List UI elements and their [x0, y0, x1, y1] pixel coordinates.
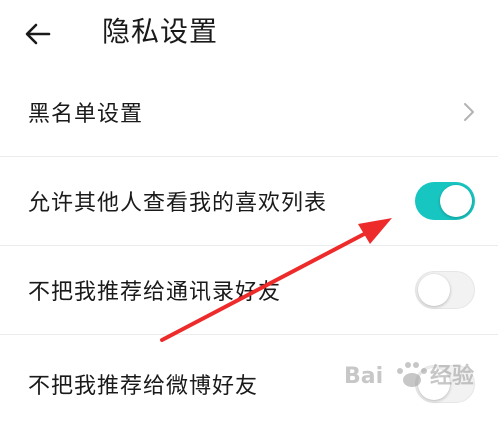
toggle-knob — [418, 274, 450, 306]
allow-view-likes-label: 允许其他人查看我的喜欢列表 — [28, 191, 328, 216]
hide-from-contacts-row: 不把我推荐给通讯录好友 — [0, 246, 498, 334]
blacklist-settings-row[interactable]: 黑名单设置 — [0, 68, 498, 156]
hide-from-weibo-label: 不把我推荐给微博好友 — [28, 374, 259, 399]
chevron-right-icon — [464, 103, 474, 121]
allow-view-likes-row: 允许其他人查看我的喜欢列表 — [0, 157, 498, 245]
blacklist-settings-label: 黑名单设置 — [28, 102, 144, 127]
toggle-knob — [440, 185, 472, 217]
allow-view-likes-toggle[interactable] — [415, 182, 475, 220]
hide-from-weibo-row: 不把我推荐给微博好友 — [0, 340, 498, 428]
top-bar: 隐私设置 — [0, 0, 498, 68]
toggle-knob — [418, 368, 450, 400]
back-button[interactable] — [18, 14, 58, 54]
page-title: 隐私设置 — [102, 15, 219, 48]
hide-from-contacts-label: 不把我推荐给通讯录好友 — [28, 280, 282, 305]
hide-from-contacts-toggle[interactable] — [415, 271, 475, 309]
hide-from-weibo-toggle[interactable] — [415, 365, 475, 403]
divider — [0, 334, 498, 335]
arrow-left-icon — [25, 23, 51, 45]
